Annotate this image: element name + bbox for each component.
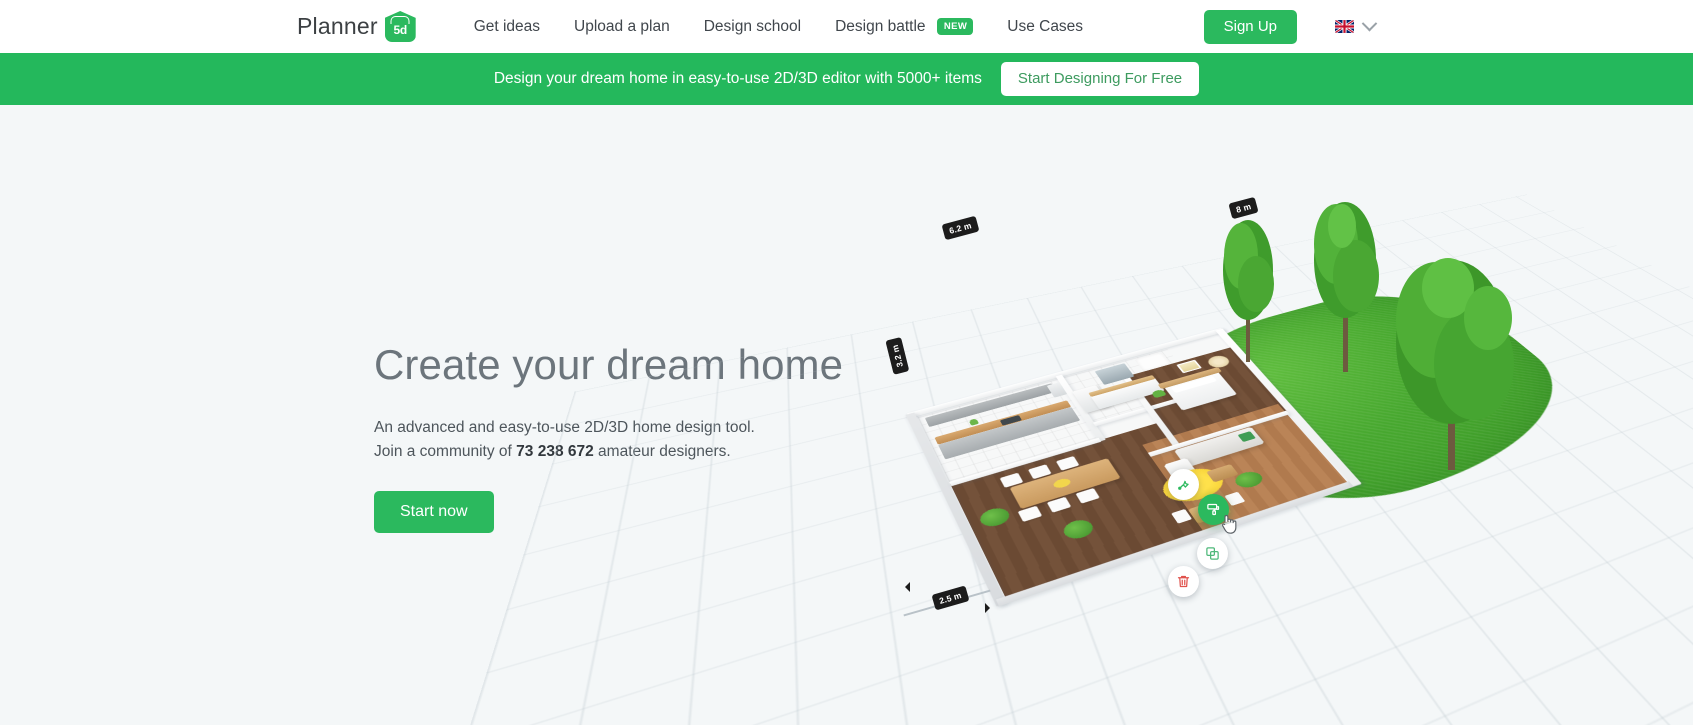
hero-section: Create your dream home An advanced and e… — [0, 105, 1693, 725]
nav-label: Design school — [703, 17, 802, 35]
tool-settings-icon[interactable] — [1168, 469, 1199, 500]
house-logo-icon: 5d — [384, 11, 416, 42]
nav-label: Design battle — [835, 17, 926, 35]
logo-text: Planner — [297, 13, 378, 39]
primary-navigation: Get ideas Upload a plan Design school De… — [457, 17, 1100, 36]
sign-up-button[interactable]: Sign Up — [1203, 9, 1297, 44]
nav-label: Upload a plan — [574, 17, 670, 35]
nav-link-design-school[interactable]: Design school — [687, 18, 818, 36]
promo-banner-text: Design your dream home in easy-to-use 2D… — [493, 70, 982, 87]
tool-duplicate-icon[interactable] — [1197, 538, 1228, 569]
tool-paint-icon[interactable] — [1198, 494, 1229, 525]
nav-label: Use Cases — [1007, 17, 1084, 35]
chevron-down-icon — [1361, 15, 1378, 32]
new-badge: NEW — [936, 17, 974, 35]
start-designing-for-free-button[interactable]: Start Designing For Free — [1000, 62, 1200, 96]
tool-delete-icon[interactable] — [1168, 566, 1199, 597]
nav-link-upload-a-plan[interactable]: Upload a plan — [557, 18, 687, 36]
logo-mark-label: 5d — [393, 23, 407, 37]
promo-banner: Design your dream home in easy-to-use 2D… — [0, 53, 1693, 105]
nav-link-design-battle[interactable]: Design battle NEW — [818, 17, 990, 36]
start-now-button[interactable]: Start now — [374, 490, 494, 533]
tree-slim — [1223, 220, 1274, 362]
uk-flag-icon — [1335, 20, 1354, 33]
top-navbar: Planner 5d Get ideas Upload a plan Desig… — [0, 0, 1693, 53]
site-logo[interactable]: Planner 5d — [297, 11, 416, 42]
nav-link-use-cases[interactable]: Use Cases — [990, 18, 1100, 36]
dimension-chip-top-left[interactable]: 6.2 m — [941, 215, 980, 241]
tree-bushy — [1396, 258, 1514, 470]
floorplan-3d-render: 6.2 m 3.2 m 8 m 2.5 m — [196, 190, 1693, 725]
hero-subtitle-line-2-pre: Join a community of — [374, 443, 517, 460]
nav-link-get-ideas[interactable]: Get ideas — [457, 18, 557, 36]
dimension-handle-right[interactable] — [985, 603, 990, 613]
nav-label: Get ideas — [473, 17, 541, 35]
navbar-actions: Sign Up — [1203, 9, 1378, 44]
dimension-handle-left[interactable] — [905, 582, 910, 592]
language-selector[interactable] — [1335, 15, 1378, 33]
